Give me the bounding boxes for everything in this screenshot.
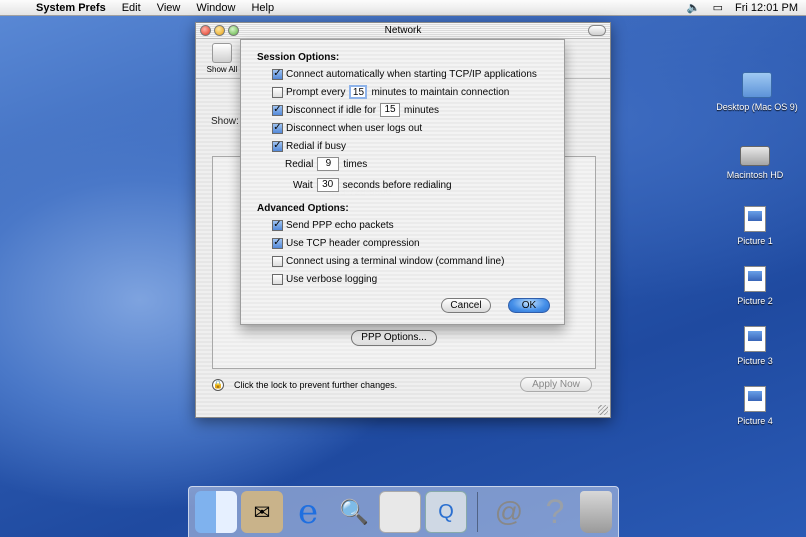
desktop-icon-label: Macintosh HD xyxy=(726,170,784,180)
help-icon[interactable]: ? xyxy=(534,491,576,533)
toolbar-toggle-button[interactable] xyxy=(588,25,606,36)
lock-icon[interactable]: 🔒 xyxy=(212,379,224,391)
lock-text: Click the lock to prevent further change… xyxy=(234,380,398,390)
dock-separator xyxy=(477,492,478,532)
tcp-header-row[interactable]: ✓ Use TCP header compression xyxy=(272,236,420,250)
cancel-button[interactable]: Cancel xyxy=(441,298,491,313)
dock: ✉ e 🔍 Q @ ? xyxy=(188,486,619,537)
verbose-row[interactable]: Use verbose logging xyxy=(272,272,377,286)
desktop-icon-macintosh-hd[interactable]: Macintosh HD xyxy=(710,146,800,180)
url-icon[interactable]: @ xyxy=(488,491,530,533)
redial-row[interactable]: ✓ Redial if busy xyxy=(272,139,346,153)
redial-times-field[interactable]: 9 xyxy=(317,157,340,171)
window-title: Network xyxy=(384,25,422,36)
desktop-icon-picture-1[interactable]: Picture 1 xyxy=(710,206,800,246)
zoom-button[interactable] xyxy=(228,25,239,36)
show-label: Show: xyxy=(211,116,239,127)
echo-label: Send PPP echo packets xyxy=(286,219,394,231)
connect-auto-label: Connect automatically when starting TCP/… xyxy=(286,68,537,80)
ppp-options-button[interactable]: PPP Options... xyxy=(351,330,437,346)
internet-explorer-icon[interactable]: e xyxy=(287,491,329,533)
prompt-minutes-field[interactable]: 15 xyxy=(349,85,368,99)
show-all-button[interactable]: Show All xyxy=(202,43,242,74)
minimize-button[interactable] xyxy=(214,25,225,36)
menu-help[interactable]: Help xyxy=(243,2,282,14)
hard-drive-icon xyxy=(740,146,770,166)
system-preferences-icon[interactable] xyxy=(379,491,421,533)
disconnect-logout-row[interactable]: ✓ Disconnect when user logs out xyxy=(272,121,422,135)
display-icon[interactable]: ▭ xyxy=(713,1,723,14)
disconnect-logout-checkbox[interactable]: ✓ xyxy=(272,122,283,134)
connect-auto-row[interactable]: ✓ Connect automatically when starting TC… xyxy=(272,67,537,81)
desktop-icon-picture-3[interactable]: Picture 3 xyxy=(710,326,800,366)
image-file-icon xyxy=(744,206,766,232)
close-button[interactable] xyxy=(200,25,211,36)
wait-label-pre: Wait xyxy=(293,179,313,191)
terminal-checkbox[interactable] xyxy=(272,255,283,267)
desktop-icon-label: Desktop (Mac OS 9) xyxy=(716,102,798,112)
prompt-label-post: minutes to maintain connection xyxy=(371,86,510,98)
image-file-icon xyxy=(744,386,766,412)
quicktime-icon[interactable]: Q xyxy=(425,491,467,533)
desktop-icon-label: Picture 4 xyxy=(737,416,773,426)
desktop-icon-mac-os-9[interactable]: Desktop (Mac OS 9) xyxy=(712,72,802,112)
disconnect-logout-label: Disconnect when user logs out xyxy=(286,122,423,134)
disconnect-idle-row[interactable]: ✓ Disconnect if idle for 15 minutes xyxy=(272,103,439,117)
session-options-title: Session Options: xyxy=(257,52,340,63)
apply-now-button[interactable]: Apply Now xyxy=(520,377,592,392)
menu-view[interactable]: View xyxy=(149,2,189,14)
disconnect-idle-checkbox[interactable]: ✓ xyxy=(272,104,283,116)
verbose-label: Use verbose logging xyxy=(286,273,378,285)
tcp-header-checkbox[interactable]: ✓ xyxy=(272,237,283,249)
redial-checkbox[interactable]: ✓ xyxy=(272,140,283,152)
redial-label: Redial if busy xyxy=(286,140,347,152)
volume-icon[interactable]: 🔈 xyxy=(687,1,701,14)
desktop-icon-label: Picture 2 xyxy=(737,296,773,306)
tcp-header-label: Use TCP header compression xyxy=(286,237,420,249)
prompt-label-pre: Prompt every xyxy=(286,86,346,98)
redial-times-row: Redial 9 times xyxy=(285,157,367,171)
finder-icon[interactable] xyxy=(195,491,237,533)
folder-icon xyxy=(742,72,772,98)
echo-row[interactable]: ✓ Send PPP echo packets xyxy=(272,218,394,232)
apple-icon xyxy=(212,43,232,63)
desktop-icon-label: Picture 1 xyxy=(737,236,773,246)
terminal-label: Connect using a terminal window (command… xyxy=(286,255,505,267)
menu-window[interactable]: Window xyxy=(188,2,243,14)
advanced-options-title: Advanced Options: xyxy=(257,203,349,214)
echo-checkbox[interactable]: ✓ xyxy=(272,219,283,231)
menu-clock[interactable]: Fri 12:01 PM xyxy=(735,2,798,14)
disconnect-idle-label-post: minutes xyxy=(404,104,440,116)
prompt-checkbox[interactable] xyxy=(272,86,283,98)
ppp-options-sheet: Session Options: ✓ Connect automatically… xyxy=(240,39,565,325)
verbose-checkbox[interactable] xyxy=(272,273,283,285)
mail-icon[interactable]: ✉ xyxy=(241,491,283,533)
wait-row: Wait 30 seconds before redialing xyxy=(293,178,452,192)
menu-app-name[interactable]: System Prefs xyxy=(28,2,114,14)
menu-edit[interactable]: Edit xyxy=(114,2,149,14)
show-all-label: Show All xyxy=(206,65,238,74)
prompt-row[interactable]: Prompt every 15 minutes to maintain conn… xyxy=(272,85,509,99)
ok-button[interactable]: OK xyxy=(508,298,550,313)
window-titlebar[interactable]: Network xyxy=(196,23,610,39)
redial-times-label-pre: Redial xyxy=(285,158,314,170)
resize-grip[interactable] xyxy=(598,405,608,415)
menu-bar: System Prefs Edit View Window Help 🔈 ▭ F… xyxy=(0,0,806,16)
idle-minutes-field[interactable]: 15 xyxy=(380,103,401,117)
desktop-icon-picture-2[interactable]: Picture 2 xyxy=(710,266,800,306)
desktop-icon-label: Picture 3 xyxy=(737,356,773,366)
desktop-icon-picture-4[interactable]: Picture 4 xyxy=(710,386,800,426)
connect-auto-checkbox[interactable]: ✓ xyxy=(272,68,283,80)
wait-label-post: seconds before redialing xyxy=(342,179,452,191)
terminal-row[interactable]: Connect using a terminal window (command… xyxy=(272,254,504,268)
disconnect-idle-label-pre: Disconnect if idle for xyxy=(286,104,377,116)
image-file-icon xyxy=(744,326,766,352)
redial-times-label-post: times xyxy=(343,158,368,170)
image-file-icon xyxy=(744,266,766,292)
wait-seconds-field[interactable]: 30 xyxy=(316,178,339,192)
sherlock-icon[interactable]: 🔍 xyxy=(333,491,375,533)
trash-icon[interactable] xyxy=(580,491,612,533)
